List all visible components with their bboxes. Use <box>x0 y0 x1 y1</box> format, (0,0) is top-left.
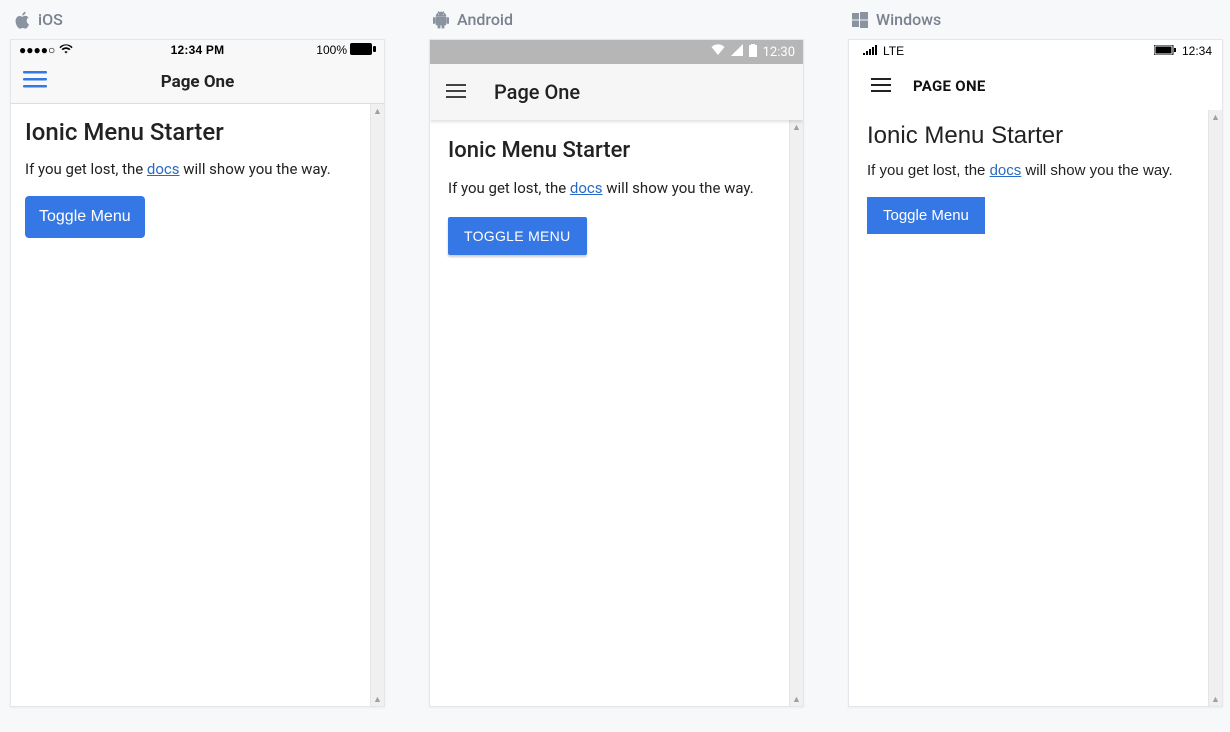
content-heading: Ionic Menu Starter <box>448 138 785 163</box>
toggle-menu-button[interactable]: Toggle Menu <box>867 197 985 234</box>
status-time: 12:30 <box>763 45 795 60</box>
wifi-icon <box>711 44 725 60</box>
device-windows: LTE 12:34 PAGE ONE Ionic Menu Starter <box>848 39 1223 707</box>
content-heading: Ionic Menu Starter <box>25 118 370 146</box>
apple-icon <box>14 11 30 29</box>
menu-button[interactable] <box>438 75 474 110</box>
hamburger-icon <box>23 71 47 89</box>
menu-button[interactable] <box>11 71 59 93</box>
scrollbar-vertical[interactable]: ▲ ▲ <box>789 120 803 706</box>
page-title: Page One <box>494 80 580 104</box>
scroll-up-icon: ▲ <box>790 120 803 134</box>
platform-label-text: iOS <box>38 10 63 29</box>
hamburger-icon <box>871 78 891 92</box>
content-paragraph: If you get lost, the docs will show you … <box>448 179 785 197</box>
menu-button[interactable] <box>857 69 905 104</box>
status-battery-pct: 100% <box>316 43 347 57</box>
android-icon <box>433 11 449 29</box>
platform-label-text: Windows <box>876 10 941 29</box>
scroll-up-icon: ▲ <box>1209 110 1222 124</box>
platform-label-windows: Windows <box>852 10 1223 29</box>
page-title: PAGE ONE <box>913 77 986 95</box>
status-carrier: LTE <box>883 44 904 58</box>
device-android: 12:30 Page One Ionic Menu Starter If you… <box>429 39 804 707</box>
content-paragraph: If you get lost, the docs will show you … <box>867 162 1204 179</box>
platform-label-android: Android <box>433 10 804 29</box>
scroll-down-icon: ▲ <box>1209 692 1222 706</box>
windows-icon <box>852 12 868 28</box>
hamburger-icon <box>446 84 466 98</box>
page-title: Page One <box>161 72 235 92</box>
platform-label-text: Android <box>457 10 513 29</box>
docs-link[interactable]: docs <box>990 162 1022 179</box>
status-time: 12:34 <box>1182 44 1212 58</box>
scroll-down-icon: ▲ <box>371 692 384 706</box>
signal-icon <box>731 44 743 60</box>
battery-icon <box>749 44 757 61</box>
content-text: will show you the way. <box>1021 162 1172 179</box>
toggle-menu-button[interactable]: Toggle Menu <box>25 196 145 238</box>
scrollbar-vertical[interactable]: ▲ ▲ <box>370 104 384 706</box>
signal-dots-icon: ●●●●○ <box>19 43 55 57</box>
battery-icon <box>350 43 376 58</box>
content-text: If you get lost, the <box>25 160 147 178</box>
page-content: Ionic Menu Starter If you get lost, the … <box>430 120 803 273</box>
content-text: If you get lost, the <box>867 162 990 179</box>
device-ios: ●●●●○ 12:34 PM 100% Page One <box>10 39 385 707</box>
status-bar: ●●●●○ 12:34 PM 100% <box>11 40 384 60</box>
wifi-icon <box>59 43 73 57</box>
docs-link[interactable]: docs <box>570 179 603 197</box>
content-heading: Ionic Menu Starter <box>867 122 1204 150</box>
content-paragraph: If you get lost, the docs will show you … <box>25 160 370 178</box>
nav-bar: Page One <box>11 60 384 104</box>
toggle-menu-button[interactable]: TOGGLE MENU <box>448 217 587 255</box>
nav-bar: Page One <box>430 64 803 120</box>
status-time: 12:34 PM <box>171 43 225 57</box>
nav-bar: PAGE ONE <box>849 62 1222 110</box>
page-content: Ionic Menu Starter If you get lost, the … <box>11 104 384 252</box>
scroll-down-icon: ▲ <box>790 692 803 706</box>
docs-link[interactable]: docs <box>147 160 180 178</box>
scrollbar-vertical[interactable]: ▲ ▲ <box>1208 110 1222 706</box>
content-text: will show you the way. <box>180 160 331 178</box>
content-text: If you get lost, the <box>448 179 570 197</box>
signal-icon <box>863 44 877 58</box>
status-bar: LTE 12:34 <box>849 40 1222 62</box>
battery-icon <box>1154 44 1176 58</box>
page-content: Ionic Menu Starter If you get lost, the … <box>849 110 1222 246</box>
content-text: will show you the way. <box>603 179 754 197</box>
scroll-up-icon: ▲ <box>371 104 384 118</box>
status-bar: 12:30 <box>430 40 803 64</box>
platform-label-ios: iOS <box>14 10 385 29</box>
